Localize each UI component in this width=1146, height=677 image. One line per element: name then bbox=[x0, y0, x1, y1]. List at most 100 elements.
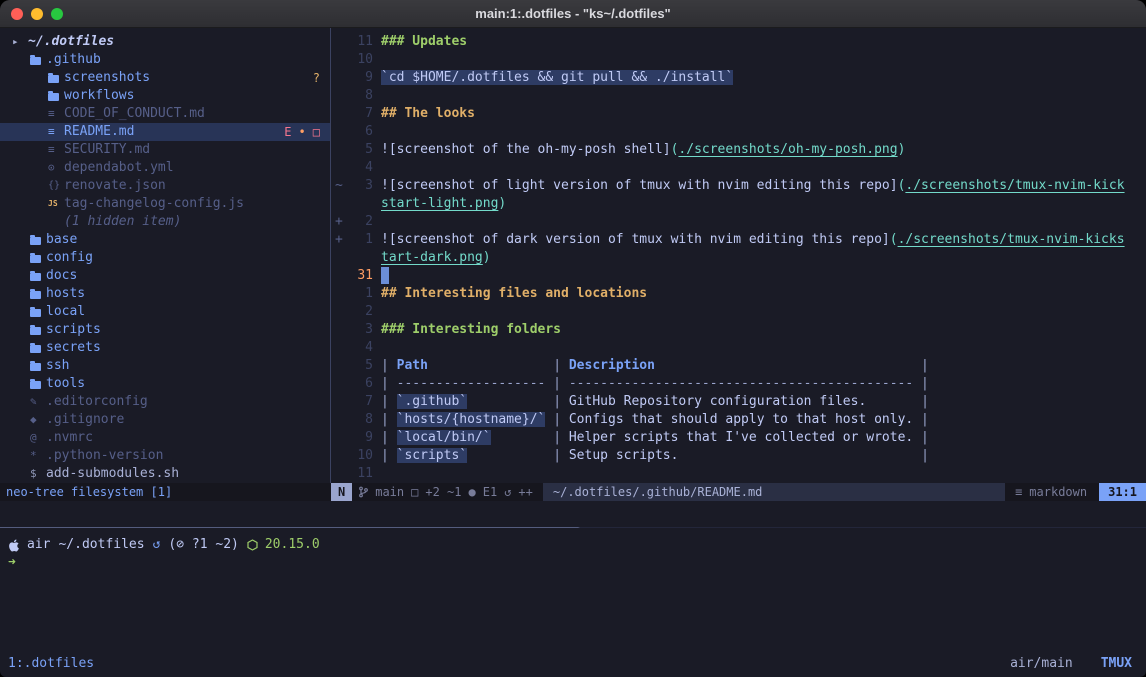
editor-line[interactable]: 6 bbox=[331, 123, 1146, 141]
editor-line[interactable]: 5| Path | Description | bbox=[331, 357, 1146, 375]
line-number: 7 bbox=[347, 393, 373, 411]
editor-line[interactable]: 7 ## The looks bbox=[331, 105, 1146, 123]
line-text: ### Updates bbox=[381, 33, 467, 51]
folder-icon bbox=[30, 291, 41, 299]
editor-pane[interactable]: 11### Updates 10 9`cd $HOME/.dotfiles &&… bbox=[331, 28, 1146, 483]
gutter-sign bbox=[331, 285, 347, 303]
tree-item-add-submodules-sh[interactable]: $add-submodules.sh bbox=[0, 465, 330, 483]
tree-item-secrets[interactable]: secrets bbox=[0, 339, 330, 357]
tree-item-local[interactable]: local bbox=[0, 303, 330, 321]
tree-item-nvmrc[interactable]: @.nvmrc bbox=[0, 429, 330, 447]
editor-line[interactable]: 5![screenshot of the oh-my-posh shell](.… bbox=[331, 141, 1146, 159]
tree-item-renovate-json[interactable]: {}renovate.json bbox=[0, 177, 330, 195]
tmux-window-label[interactable]: 1:.dotfiles bbox=[8, 656, 94, 671]
editor-line[interactable]: ~3![screenshot of light version of tmux … bbox=[331, 177, 1146, 195]
tree-item-base[interactable]: base bbox=[0, 231, 330, 249]
gutter-sign: + bbox=[331, 231, 347, 249]
editor-line[interactable]: 9| `local/bin/` | Helper scripts that I'… bbox=[331, 429, 1146, 447]
tree-item-screenshots[interactable]: screenshots? bbox=[0, 69, 330, 87]
close-button[interactable] bbox=[11, 8, 23, 20]
folder-icon bbox=[30, 255, 41, 263]
folder-icon bbox=[30, 57, 41, 65]
gutter-sign bbox=[331, 447, 347, 465]
tree-item-label: tools bbox=[46, 375, 85, 393]
tree-item-label: SECURITY.md bbox=[64, 141, 150, 159]
tree-item-python-version[interactable]: *.python-version bbox=[0, 447, 330, 465]
tree-item-label: add-submodules.sh bbox=[46, 465, 179, 483]
editor-line[interactable]: +2 bbox=[331, 213, 1146, 231]
editor-line-wrap[interactable]: start-light.png) bbox=[331, 195, 1146, 213]
tree-item-label: .editorconfig bbox=[46, 393, 148, 411]
editor-line[interactable]: 10| `scripts` | Setup scripts. | bbox=[331, 447, 1146, 465]
editor-line[interactable]: +1![screenshot of dark version of tmux w… bbox=[331, 231, 1146, 249]
file-icon: ≡ bbox=[48, 141, 64, 159]
gutter-sign bbox=[331, 159, 347, 177]
line-text: ## Interesting files and locations bbox=[381, 285, 647, 303]
tree-item-dotfiles[interactable]: ▸~/.dotfiles bbox=[0, 33, 330, 51]
git-status: (⊘ ?1 ~2) bbox=[168, 536, 238, 554]
editor-line-wrap[interactable]: tart-dark.png) bbox=[331, 249, 1146, 267]
tree-item-config[interactable]: config bbox=[0, 249, 330, 267]
file-tree[interactable]: ▸~/.dotfiles.githubscreenshots?workflows… bbox=[0, 28, 331, 483]
js-icon: JS bbox=[48, 195, 64, 213]
folder-icon bbox=[30, 237, 41, 245]
editor-line[interactable]: 1## Interesting files and locations bbox=[331, 285, 1146, 303]
tree-item-label: local bbox=[46, 303, 85, 321]
tree-item-workflows[interactable]: workflows bbox=[0, 87, 330, 105]
statusline-right: ≡ markdown 31:1 bbox=[1005, 483, 1146, 501]
editor-line[interactable]: 9`cd $HOME/.dotfiles && git pull && ./in… bbox=[331, 69, 1146, 87]
tree-item-tools[interactable]: tools bbox=[0, 375, 330, 393]
line-number: 5 bbox=[347, 141, 373, 159]
editor-line[interactable]: 8 bbox=[331, 87, 1146, 105]
tree-item-docs[interactable]: docs bbox=[0, 267, 330, 285]
line-number: 7 bbox=[347, 105, 373, 123]
neotree-status: neo-tree filesystem [1] bbox=[0, 483, 331, 501]
tree-item-code-of-conduct-md[interactable]: ≡CODE_OF_CONDUCT.md bbox=[0, 105, 330, 123]
editor-line[interactable]: 4 bbox=[331, 159, 1146, 177]
gutter-sign bbox=[331, 339, 347, 357]
editor-line[interactable]: 4 bbox=[331, 339, 1146, 357]
minimize-button[interactable] bbox=[31, 8, 43, 20]
tree-item-tag-changelog-config-js[interactable]: JStag-changelog-config.js bbox=[0, 195, 330, 213]
editor-line[interactable]: 31 bbox=[331, 267, 1146, 285]
tree-item-label: ~/.dotfiles bbox=[28, 33, 114, 51]
line-number: 9 bbox=[347, 69, 373, 87]
gutter-sign bbox=[331, 51, 347, 69]
line-number: 8 bbox=[347, 411, 373, 429]
tree-item-ssh[interactable]: ssh bbox=[0, 357, 330, 375]
tree-item-label: ssh bbox=[46, 357, 69, 375]
line-text: ## The looks bbox=[381, 105, 475, 123]
tree-item-readme-md[interactable]: ≡README.mdE•□ bbox=[0, 123, 330, 141]
zoom-button[interactable] bbox=[51, 8, 63, 20]
line-number: 4 bbox=[347, 339, 373, 357]
editor-line[interactable]: 11### Updates bbox=[331, 33, 1146, 51]
editor-line[interactable]: 6| ------------------- | ---------------… bbox=[331, 375, 1146, 393]
folder-icon bbox=[30, 363, 41, 371]
shell-pane[interactable]: air ~/.dotfiles ↺ (⊘ ?1 ~2) 20.15.0 ➜ bbox=[0, 528, 1146, 651]
editor-line[interactable]: 7| `.github` | GitHub Repository configu… bbox=[331, 393, 1146, 411]
gutter-sign bbox=[331, 87, 347, 105]
editor-line[interactable]: 3### Interesting folders bbox=[331, 321, 1146, 339]
tree-item-dependabot-yml[interactable]: ⊙dependabot.yml bbox=[0, 159, 330, 177]
editor-line[interactable]: 8| `hosts/{hostname}/` | Configs that sh… bbox=[331, 411, 1146, 429]
command-line bbox=[0, 501, 1146, 527]
tree-item-editorconfig[interactable]: ✎.editorconfig bbox=[0, 393, 330, 411]
tree-item-label: .nvmrc bbox=[46, 429, 93, 447]
folder-icon bbox=[48, 75, 59, 83]
tree-item-scripts[interactable]: scripts bbox=[0, 321, 330, 339]
hexagon-icon bbox=[247, 539, 258, 551]
tree-item-label: .python-version bbox=[46, 447, 163, 465]
line-text: ![screenshot of light version of tmux wi… bbox=[381, 177, 1125, 195]
editor-line[interactable]: 2 bbox=[331, 303, 1146, 321]
tree-item-gitignore[interactable]: ◆.gitignore bbox=[0, 411, 330, 429]
editor-line[interactable]: 10 bbox=[331, 51, 1146, 69]
window-title: main:1:.dotfiles - "ks~/.dotfiles" bbox=[0, 6, 1146, 21]
editor-line[interactable]: 11 bbox=[331, 465, 1146, 483]
tree-item-1-hidden-item[interactable]: (1 hidden item) bbox=[0, 213, 330, 231]
line-number: 2 bbox=[347, 303, 373, 321]
tree-item-label: screenshots bbox=[64, 69, 150, 87]
at-icon: @ bbox=[30, 429, 46, 447]
tree-item-hosts[interactable]: hosts bbox=[0, 285, 330, 303]
tree-item-github[interactable]: .github bbox=[0, 51, 330, 69]
tree-item-security-md[interactable]: ≡SECURITY.md bbox=[0, 141, 330, 159]
